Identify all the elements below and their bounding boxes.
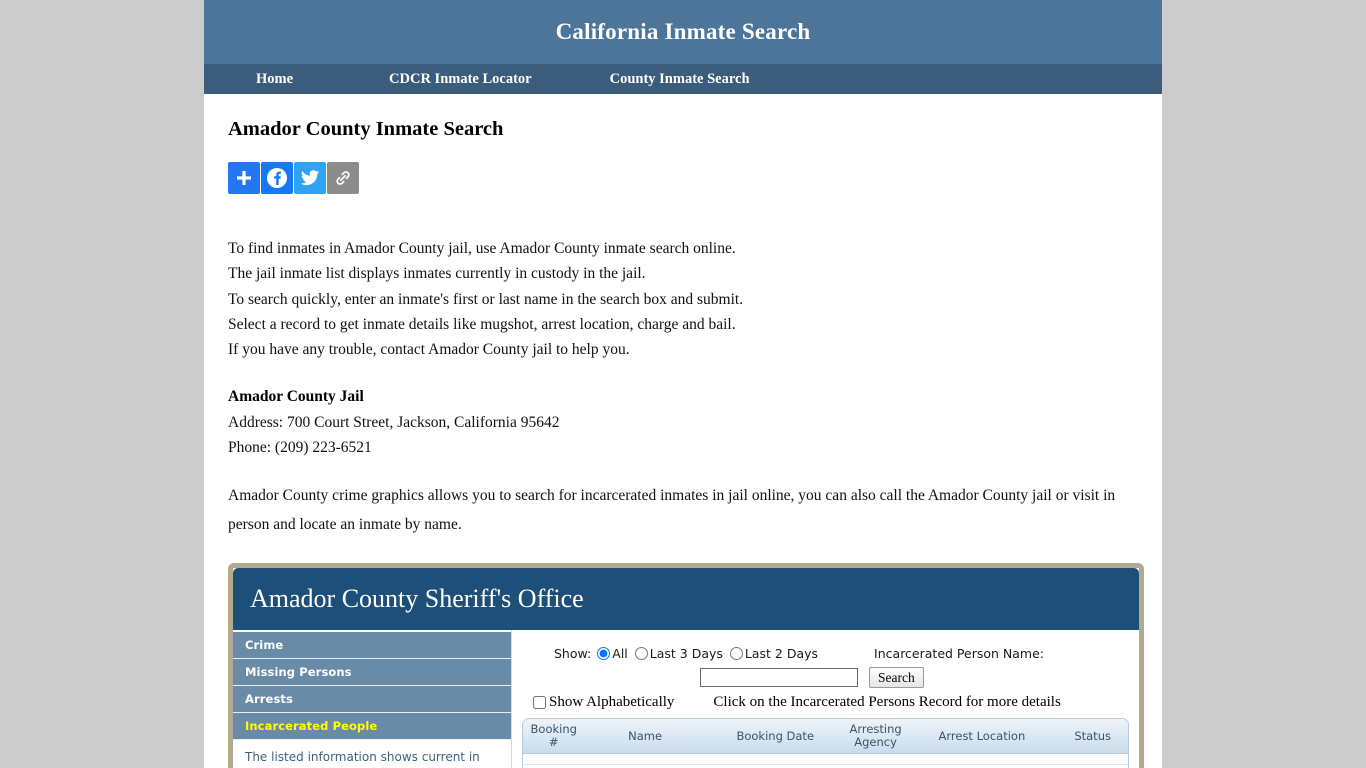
widget-main-panel: Show: All Last 3 Days Last 2 Days Incarc… — [511, 630, 1139, 768]
radio-option-last-3-days[interactable]: Last 3 Days — [634, 646, 723, 662]
incarcerated-person-name-input[interactable] — [700, 668, 858, 688]
search-button[interactable]: Search — [869, 667, 924, 689]
records-hint: Click on the Incarcerated Persons Record… — [713, 694, 1061, 711]
widget-sidebar: Crime Missing Persons Arrests Incarcerat… — [233, 630, 511, 768]
sheriff-office-widget: Amador County Sheriff's Office Crime Mis… — [228, 563, 1144, 768]
article-paragraph: Amador County crime graphics allows you … — [228, 487, 1116, 534]
results-table-body: 82034 PACK, BILL RAY 12/13/2023 10:09 AC… — [523, 753, 1128, 768]
radio-option-last-2-days[interactable]: Last 2 Days — [729, 646, 819, 662]
intro-line: The jail inmate list displays inmates cu… — [228, 265, 646, 283]
widget-header: Amador County Sheriff's Office — [233, 568, 1139, 631]
addthis-share-icon[interactable] — [228, 162, 260, 194]
radio-last-2-days[interactable] — [729, 647, 743, 661]
nav-item-home[interactable]: Home — [244, 71, 305, 88]
column-header-booking-date[interactable]: Booking Date — [705, 719, 845, 755]
page-content: California Inmate Search Home CDCR Inmat… — [204, 0, 1162, 768]
filter-row: Show: All Last 3 Days Last 2 Days Incarc… — [522, 646, 1129, 661]
column-header-booking-number[interactable]: Booking # — [523, 719, 585, 755]
sidebar-item-arrests[interactable]: Arrests — [233, 686, 511, 714]
results-table-container: Booking # Name Booking Date Arresting Ag… — [522, 718, 1129, 768]
intro-line: To search quickly, enter an inmate's fir… — [228, 290, 744, 308]
jail-name: Amador County Jail — [228, 388, 364, 406]
show-alphabetically-label: Show Alphabetically — [549, 694, 675, 711]
intro-line: Select a record to get inmate details li… — [228, 315, 736, 333]
widget-body: Crime Missing Persons Arrests Incarcerat… — [233, 630, 1139, 768]
sidebar-note: The listed information shows current in … — [245, 750, 480, 768]
results-table: Booking # Name Booking Date Arresting Ag… — [523, 719, 1128, 768]
facebook-share-icon[interactable] — [261, 162, 293, 194]
column-header-status[interactable]: Status — [1057, 719, 1128, 755]
column-header-arrest-location[interactable]: Arrest Location — [906, 719, 1058, 755]
nav-item-cdcr-inmate-locator[interactable]: CDCR Inmate Locator — [377, 71, 544, 88]
results-table-head: Booking # Name Booking Date Arresting Ag… — [523, 719, 1128, 755]
page-title: Amador County Inmate Search — [228, 118, 504, 140]
table-spacer-cell — [523, 753, 1128, 766]
intro-text-block: To find inmates in Amador County jail, u… — [228, 236, 1138, 362]
twitter-share-icon[interactable] — [294, 162, 326, 194]
radio-option-all[interactable]: All — [597, 646, 628, 661]
radio-last-3-days[interactable] — [634, 647, 648, 661]
intro-line: To find inmates in Amador County jail, u… — [228, 240, 736, 257]
share-buttons — [228, 162, 1138, 194]
table-spacer-row — [523, 753, 1128, 766]
radio-all-label: All — [612, 646, 628, 662]
show-label: Show: — [554, 646, 592, 662]
sidebar-item-incarcerated-people[interactable]: Incarcerated People — [233, 713, 511, 741]
search-row: Search — [522, 667, 1129, 689]
jail-contact-block: Amador County Jail Address: 700 Court St… — [228, 384, 1138, 460]
intro-line: If you have any trouble, contact Amador … — [228, 341, 630, 359]
copy-link-icon[interactable] — [327, 162, 359, 194]
column-header-name[interactable]: Name — [584, 719, 706, 755]
widget-header-title: Amador County Sheriff's Office — [250, 584, 584, 614]
table-header-row: Booking # Name Booking Date Arresting Ag… — [523, 719, 1128, 755]
radio-all[interactable] — [597, 647, 611, 661]
article: Amador County Inmate Search To find inma… — [204, 118, 1162, 768]
site-title: California Inmate Search — [555, 19, 811, 44]
show-alphabetically-option[interactable]: Show Alphabetically — [533, 694, 674, 711]
alpha-and-hint-row: Show Alphabetically Click on the Incarce… — [522, 694, 1129, 711]
sidebar-item-missing-persons[interactable]: Missing Persons — [233, 659, 511, 687]
main-navigation: Home CDCR Inmate Locator County Inmate S… — [204, 64, 1162, 94]
column-header-arresting-agency[interactable]: Arresting Agency — [844, 719, 907, 755]
incarcerated-person-name-label: Incarcerated Person Name: — [874, 646, 1044, 662]
radio-last-3-days-label: Last 3 Days — [649, 646, 723, 662]
site-header: California Inmate Search — [204, 0, 1162, 64]
jail-address: Address: 700 Court Street, Jackson, Cali… — [228, 413, 560, 431]
jail-phone: Phone: (209) 223-6521 — [228, 439, 372, 457]
show-radio-group: All Last 3 Days Last 2 Days — [597, 646, 825, 661]
show-alphabetically-checkbox[interactable] — [533, 696, 546, 710]
radio-last-2-days-label: Last 2 Days — [744, 646, 819, 662]
sidebar-item-crime[interactable]: Crime — [233, 632, 511, 660]
nav-item-county-inmate-search[interactable]: County Inmate Search — [598, 71, 762, 88]
